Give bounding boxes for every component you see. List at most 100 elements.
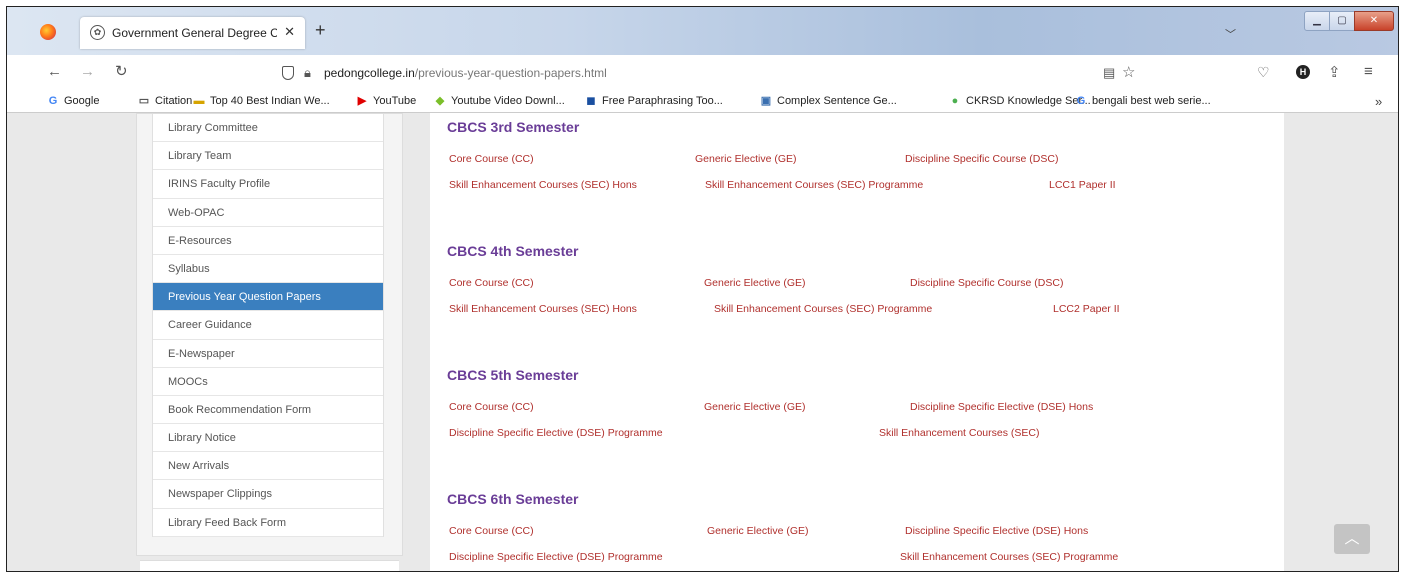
- question-paper-link[interactable]: Skill Enhancement Courses (SEC): [879, 427, 1039, 439]
- sidebar-item[interactable]: Newspaper Clippings: [153, 480, 383, 509]
- url-bar[interactable]: pedongcollege.in/previous-year-question-…: [324, 66, 607, 80]
- question-paper-link[interactable]: Skill Enhancement Courses (SEC) Programm…: [705, 179, 923, 191]
- question-paper-link[interactable]: LCC2 Paper II: [1053, 303, 1120, 315]
- bookmark-icon: ◼: [586, 94, 596, 107]
- bookmark-item[interactable]: ▣ Complex Sentence Ge...: [760, 95, 897, 107]
- chevron-down-icon[interactable]: ﹀: [1225, 26, 1236, 42]
- tab-active[interactable]: ✿ Government General Degree Co ✕: [80, 17, 305, 49]
- bookmark-icon: ▭: [138, 94, 150, 107]
- page-content: Library Committee Library Team IRINS Facul…: [7, 113, 1398, 571]
- pocket-icon[interactable]: ♡: [1257, 64, 1270, 81]
- question-paper-link[interactable]: Discipline Specific Elective (DSE) Progr…: [449, 551, 663, 563]
- account-icon[interactable]: H: [1296, 65, 1310, 79]
- question-paper-link[interactable]: Skill Enhancement Courses (SEC) Programm…: [714, 303, 932, 315]
- shield-icon[interactable]: [282, 66, 294, 80]
- sidebar-item[interactable]: Career Guidance: [153, 311, 383, 340]
- question-paper-link[interactable]: Generic Elective (GE): [695, 153, 797, 165]
- question-paper-link[interactable]: Generic Elective (GE): [704, 277, 806, 289]
- bookmarks-bar: G Google ▭ Citation ▬ Top 40 Best Indian We..…: [7, 91, 1398, 113]
- bookmark-icon: G: [48, 94, 58, 107]
- question-paper-link[interactable]: Discipline Specific Elective (DSE) Hons: [905, 525, 1088, 537]
- semester-heading: CBCS 3rd Semester: [447, 119, 580, 135]
- question-paper-link[interactable]: Discipline Specific Elective (DSE) Progr…: [449, 427, 663, 439]
- sidebar-item[interactable]: New Arrivals: [153, 452, 383, 481]
- bookmark-label: Free Paraphrasing Too...: [602, 95, 723, 107]
- sidebar-item[interactable]: IRINS Faculty Profile: [153, 170, 383, 199]
- firefox-logo-icon[interactable]: [40, 24, 56, 40]
- reader-view-icon[interactable]: ▤: [1103, 65, 1115, 81]
- bookmark-item[interactable]: ◼ Free Paraphrasing Too...: [585, 94, 723, 107]
- sidebar-item[interactable]: Previous Year Question Papers: [153, 283, 383, 312]
- bookmark-label: YouTube: [373, 95, 417, 107]
- back-arrow-icon[interactable]: ←: [47, 64, 62, 80]
- college-emblem-icon: ✿: [90, 25, 105, 40]
- sidebar-item[interactable]: Book Recommendation Form: [153, 396, 383, 425]
- bookmark-icon: ●: [951, 94, 959, 107]
- forward-arrow-icon[interactable]: →: [80, 64, 95, 80]
- tab-bar: ✿ Government General Degree Co ✕ + ﹀ ▁ ▢…: [7, 7, 1398, 55]
- question-paper-link[interactable]: Skill Enhancement Courses (SEC) Programm…: [900, 551, 1118, 563]
- sidebar-item[interactable]: E-Newspaper: [153, 340, 383, 368]
- bookmark-item[interactable]: ● CKRSD Knowledge Ser...: [949, 95, 1091, 107]
- bookmark-icon: ▣: [760, 94, 772, 107]
- sidebar-item[interactable]: Library Team: [153, 142, 383, 171]
- maximize-button[interactable]: ▢: [1329, 11, 1355, 31]
- sidebar-menu: Library Committee Library Team IRINS Facul…: [152, 114, 384, 537]
- question-paper-link[interactable]: Discipline Specific Course (DSC): [910, 277, 1063, 289]
- bookmark-icon: ▶: [357, 94, 367, 107]
- menu-icon[interactable]: ≡: [1364, 63, 1373, 80]
- semester-heading: CBCS 4th Semester: [447, 243, 579, 259]
- new-tab-button[interactable]: +: [315, 21, 326, 39]
- minimize-button[interactable]: ▁: [1304, 11, 1330, 31]
- question-paper-link[interactable]: Generic Elective (GE): [707, 525, 809, 537]
- question-paper-link[interactable]: Skill Enhancement Courses (SEC) Hons: [449, 303, 637, 315]
- question-paper-link[interactable]: Discipline Specific Elective (DSE) Hons: [910, 401, 1093, 413]
- bookmark-label: Complex Sentence Ge...: [777, 95, 897, 107]
- main-content: CBCS 3rd Semester Core Course (CC) Generic…: [430, 113, 1284, 571]
- question-paper-link[interactable]: Skill Enhancement Courses (SEC) Hons: [449, 179, 637, 191]
- question-paper-link[interactable]: Core Course (CC): [449, 153, 534, 165]
- bookmark-label: CKRSD Knowledge Ser...: [966, 95, 1091, 107]
- navigation-bar: ← → ↻ 🔒︎ pedongcollege.in/previous-year-…: [7, 55, 1398, 91]
- question-paper-link[interactable]: LCC1 Paper II: [1049, 179, 1116, 191]
- semester-heading: CBCS 5th Semester: [447, 367, 579, 383]
- sidebar-item[interactable]: Library Committee: [153, 114, 383, 143]
- sidebar-item[interactable]: Library Notice: [153, 424, 383, 453]
- sidebar-item[interactable]: MOOCs: [153, 368, 383, 396]
- sidebar-item[interactable]: E-Resources: [153, 227, 383, 255]
- bookmark-label: Citation: [155, 95, 193, 107]
- question-paper-link[interactable]: Generic Elective (GE): [704, 401, 806, 413]
- bookmarks-overflow-icon[interactable]: »: [1375, 94, 1382, 109]
- scroll-to-top-button[interactable]: ︿: [1334, 524, 1370, 554]
- bookmark-item[interactable]: G Google: [47, 94, 100, 107]
- bookmark-item[interactable]: Gbengali best web serie...: [1075, 95, 1211, 107]
- browser-window: ✿ Government General Degree Co ✕ + ﹀ ▁ ▢…: [6, 6, 1399, 572]
- bookmark-icon: ◆: [435, 94, 445, 107]
- bookmark-star-icon[interactable]: ☆: [1122, 63, 1135, 81]
- sidebar-item[interactable]: Web-OPAC: [153, 199, 383, 227]
- question-paper-link[interactable]: Discipline Specific Course (DSC): [905, 153, 1058, 165]
- sidebar-item[interactable]: Syllabus: [153, 255, 383, 284]
- sidebar: Library Committee Library Team IRINS Facul…: [136, 113, 403, 556]
- sidebar-item[interactable]: Library Feed Back Form: [153, 509, 383, 537]
- bookmark-item[interactable]: ▶ YouTube: [356, 95, 416, 107]
- question-paper-link[interactable]: Core Course (CC): [449, 401, 534, 413]
- bookmark-item[interactable]: ◆ Youtube Video Downl...: [434, 95, 565, 107]
- reload-icon[interactable]: ↻: [115, 64, 128, 80]
- close-window-button[interactable]: ✕: [1354, 11, 1394, 31]
- bookmark-item[interactable]: ▭ Citation: [138, 94, 193, 107]
- tab-title: Government General Degree Co: [112, 26, 277, 40]
- question-paper-link[interactable]: Core Course (CC): [449, 525, 534, 537]
- share-icon[interactable]: ⇪: [1328, 63, 1341, 81]
- sidebar-lower-panel: [140, 560, 399, 571]
- url-path: /previous-year-question-papers.html: [414, 66, 607, 80]
- lock-icon[interactable]: 🔒︎: [304, 65, 311, 81]
- bookmark-label: Google: [64, 95, 100, 107]
- bookmark-label: Youtube Video Downl...: [451, 95, 565, 107]
- tab-close-icon[interactable]: ✕: [284, 24, 295, 40]
- bookmark-icon: G: [1076, 94, 1086, 107]
- bookmark-label: bengali best web serie...: [1092, 95, 1211, 107]
- bookmark-item[interactable]: ▬ Top 40 Best Indian We...: [193, 95, 330, 107]
- bookmark-icon: ▬: [193, 94, 205, 107]
- question-paper-link[interactable]: Core Course (CC): [449, 277, 534, 289]
